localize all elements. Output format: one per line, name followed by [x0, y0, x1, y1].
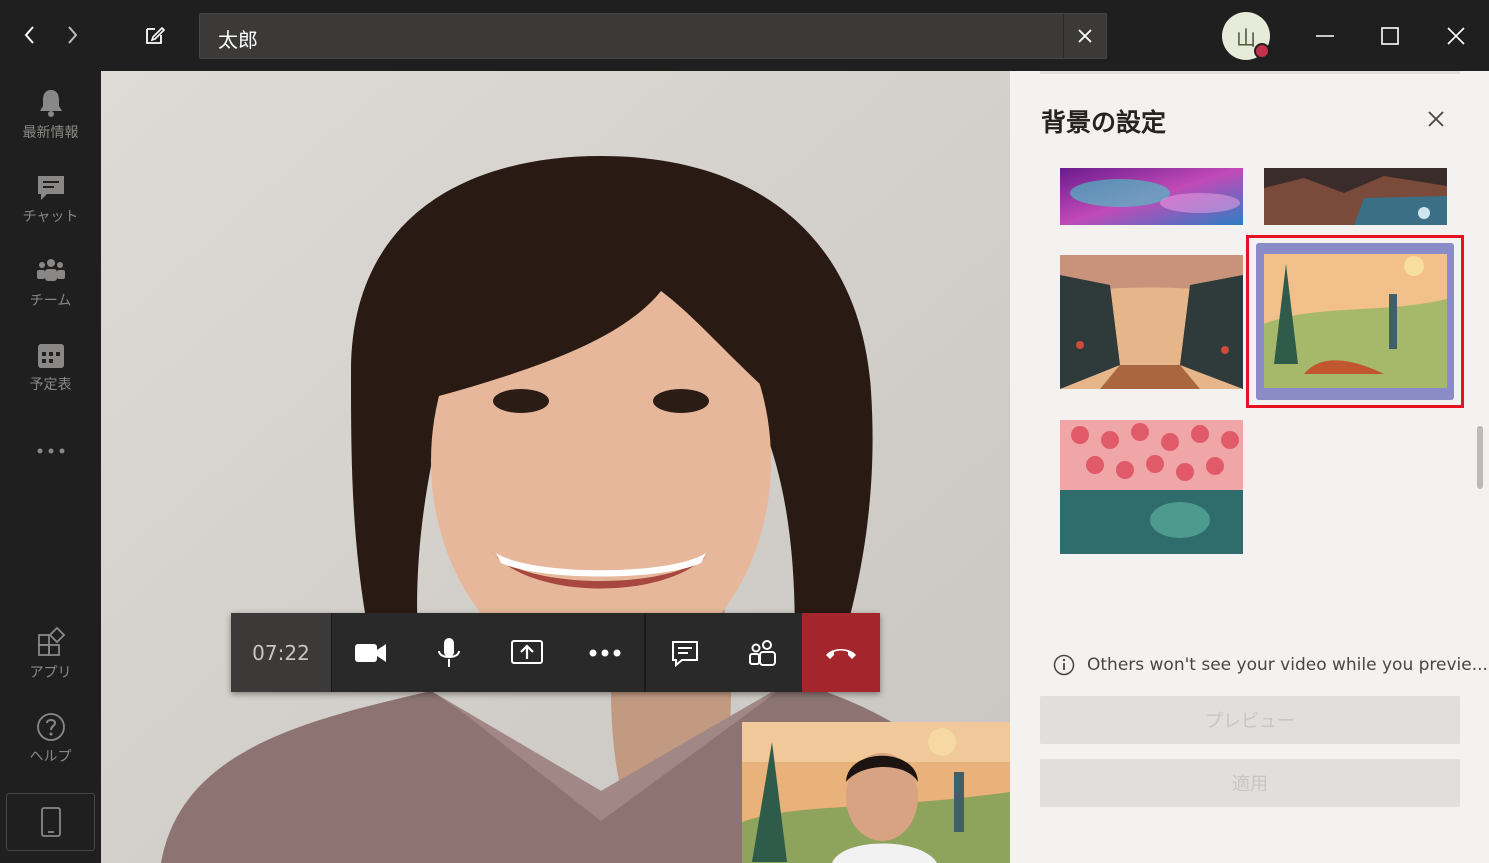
rail-item-teams[interactable]: チーム	[0, 255, 101, 325]
close-icon	[1078, 29, 1092, 43]
panel-scrollbar[interactable]	[1477, 426, 1483, 489]
phone-icon	[40, 807, 61, 837]
divider	[1040, 71, 1460, 74]
teams-icon	[37, 259, 65, 281]
rail-item-label: チーム	[29, 293, 72, 309]
apply-button[interactable]: 適用	[1040, 759, 1460, 807]
preview-info: Others won't see your video while you pr…	[1053, 654, 1488, 676]
chat-icon	[672, 640, 698, 667]
maximize-button[interactable]	[1372, 18, 1408, 54]
background-option-crowd[interactable]	[1060, 420, 1243, 554]
close-window-button[interactable]	[1438, 18, 1474, 54]
more-actions-button[interactable]	[566, 613, 644, 692]
info-text: Others won't see your video while you pr…	[1087, 655, 1488, 675]
rail-item-label: アプリ	[29, 665, 72, 681]
rail-item-calendar[interactable]: 予定表	[0, 339, 101, 409]
avatar-initial: 山	[1236, 25, 1256, 50]
back-button[interactable]	[15, 20, 45, 50]
call-timer: 07:22	[231, 613, 332, 692]
bell-icon	[40, 90, 62, 117]
share-screen-button[interactable]	[488, 613, 566, 692]
microphone-button[interactable]	[410, 613, 488, 692]
more-icon	[589, 649, 621, 656]
preview-button[interactable]: プレビュー	[1040, 696, 1460, 744]
background-thumbnail	[1060, 255, 1243, 389]
status-badge	[1254, 43, 1270, 59]
compose-button[interactable]	[140, 20, 170, 50]
chevron-left-icon	[24, 26, 34, 44]
background-option-fantasy-selected[interactable]	[1256, 243, 1454, 400]
forward-button[interactable]	[57, 20, 87, 50]
participants-button[interactable]	[724, 613, 802, 692]
background-option-canyon[interactable]	[1264, 168, 1447, 225]
minimize-button[interactable]	[1307, 18, 1343, 54]
rail-item-activity[interactable]: 最新情報	[0, 87, 101, 157]
background-option-town[interactable]	[1060, 255, 1243, 389]
device-button[interactable]	[6, 793, 95, 851]
search-input[interactable]: 太郎	[218, 24, 258, 53]
background-settings-panel: 背景の設定 Others won't see your video while …	[1010, 71, 1489, 863]
more-icon	[37, 448, 65, 454]
search-box[interactable]: 太郎	[199, 13, 1107, 59]
compose-icon	[146, 26, 166, 44]
maximize-icon	[1381, 27, 1399, 45]
camera-button[interactable]	[332, 613, 410, 692]
background-thumbnail	[1264, 168, 1447, 225]
apps-icon	[38, 627, 66, 656]
chat-icon	[38, 176, 64, 200]
video-camera-icon	[355, 643, 386, 662]
minimize-icon	[1316, 35, 1334, 37]
self-view-video	[742, 722, 1010, 863]
share-screen-icon	[511, 639, 543, 664]
background-option-galaxy[interactable]	[1060, 168, 1243, 225]
close-panel-button[interactable]	[1422, 105, 1450, 133]
microphone-icon	[438, 637, 460, 667]
app-rail: 最新情報 チャット チーム 予定表 アプリ ヘルプ	[0, 71, 101, 863]
self-view-image	[742, 722, 1010, 863]
rail-item-label: 予定表	[29, 377, 72, 393]
clear-search-button[interactable]	[1063, 14, 1106, 58]
close-icon	[1447, 27, 1465, 45]
rail-item-label: チャット	[22, 209, 79, 225]
hang-up-button[interactable]	[802, 613, 880, 692]
title-bar: 太郎 山	[0, 0, 1489, 71]
close-icon	[1428, 111, 1444, 127]
info-icon	[1053, 654, 1075, 676]
rail-item-help[interactable]: ヘルプ	[0, 711, 101, 781]
rail-item-label: 最新情報	[22, 125, 79, 141]
rail-item-chat[interactable]: チャット	[0, 171, 101, 241]
rail-item-more[interactable]	[0, 435, 101, 505]
call-controls: 07:22	[231, 613, 880, 692]
rail-item-label: ヘルプ	[29, 749, 72, 765]
panel-title: 背景の設定	[1041, 108, 1167, 137]
calendar-icon	[38, 344, 64, 368]
background-thumbnail	[1264, 254, 1447, 388]
help-icon	[37, 713, 65, 741]
conversation-button[interactable]	[646, 613, 724, 692]
participants-icon	[749, 639, 776, 666]
rail-item-apps[interactable]: アプリ	[0, 627, 101, 697]
chevron-right-icon	[68, 26, 78, 44]
background-thumbnail	[1060, 168, 1243, 225]
background-thumbnail	[1060, 420, 1243, 554]
hang-up-icon	[826, 648, 856, 659]
main-video: 07:22	[101, 71, 1010, 863]
